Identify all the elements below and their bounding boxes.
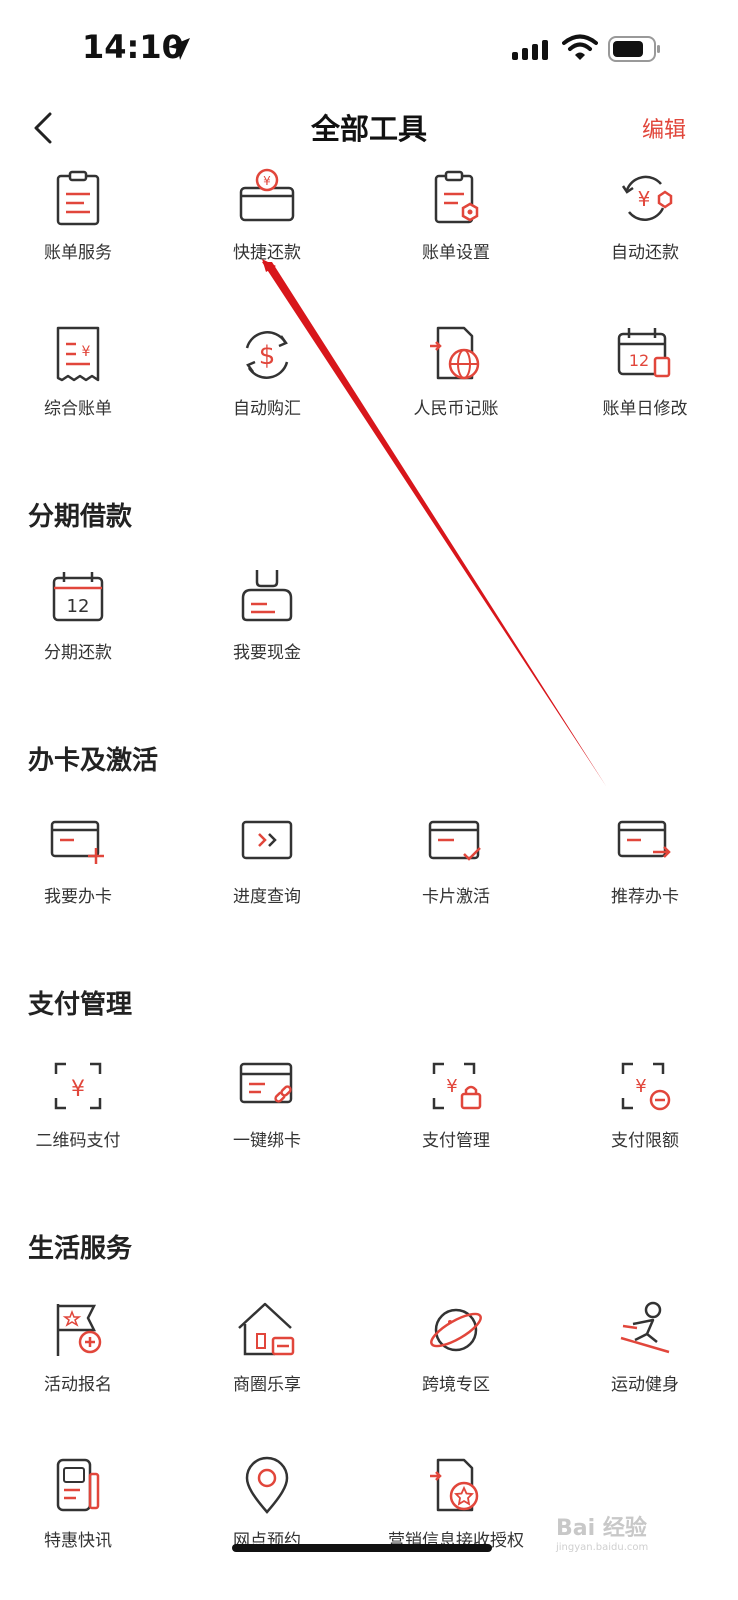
section-title-installment: 分期借款 xyxy=(28,502,133,532)
tool-bill-settings[interactable]: 账单设置 xyxy=(371,166,541,296)
watermark-brand: Bai 经验 xyxy=(556,1516,647,1541)
tool-label: 卡片激活 xyxy=(422,887,490,907)
receipt-yuan-icon: ¥ xyxy=(56,326,100,382)
qr-pay-icon: ¥ xyxy=(54,1062,102,1110)
tool-cross-border[interactable]: 跨境专区 xyxy=(371,1298,541,1428)
tool-pay-limit[interactable]: ¥ 支付限额 xyxy=(560,1054,730,1184)
card-activate-icon xyxy=(428,820,481,861)
tool-label: 账单日修改 xyxy=(602,399,688,419)
page-title: 全部工具 xyxy=(310,112,427,146)
tool-card-activate[interactable]: 卡片激活 xyxy=(371,810,541,940)
tool-sports[interactable]: 运动健身 xyxy=(560,1298,730,1428)
svg-text:¥: ¥ xyxy=(635,1076,646,1097)
tool-label: 我要办卡 xyxy=(44,887,112,907)
tool-label: 跨境专区 xyxy=(422,1375,490,1395)
svg-text:¥: ¥ xyxy=(263,174,271,188)
event-flag-icon xyxy=(56,1304,102,1356)
installment-calendar-icon: 12 xyxy=(52,572,104,622)
tool-recommend-card[interactable]: 推荐办卡 xyxy=(560,810,730,940)
cross-border-planet-icon xyxy=(430,1308,482,1352)
tool-label: 推荐办卡 xyxy=(611,887,679,907)
shop-house-icon xyxy=(238,1302,295,1356)
tool-pay-manage[interactable]: ¥ 支付管理 xyxy=(371,1054,541,1184)
cellular-signal-icon xyxy=(512,40,548,60)
svg-text:$: $ xyxy=(259,341,276,371)
baidu-watermark: Bai 经验 jingyan.baidu.com xyxy=(556,1510,648,1553)
tool-label: 综合账单 xyxy=(44,399,112,419)
home-indicator[interactable] xyxy=(232,1544,492,1552)
watermark-url: jingyan.baidu.com xyxy=(556,1542,649,1553)
card-add-icon xyxy=(50,820,104,864)
svg-text:12: 12 xyxy=(629,351,649,370)
section-title-life: 生活服务 xyxy=(28,1234,133,1264)
tool-bind-card[interactable]: 一键绑卡 xyxy=(182,1054,352,1184)
tool-marketing-auth[interactable]: 营销信息接收授权 xyxy=(371,1454,541,1584)
edit-button[interactable]: 编辑 xyxy=(642,112,686,144)
tool-cash[interactable]: 我要现金 xyxy=(182,566,352,696)
tool-bill-date-change[interactable]: 12 账单日修改 xyxy=(560,322,730,452)
tool-installment-repay[interactable]: 12 分期还款 xyxy=(0,566,163,696)
tool-bill-service[interactable]: 账单服务 xyxy=(0,166,163,296)
auto-exchange-dollar-icon: $ xyxy=(245,331,289,379)
sports-skiing-icon xyxy=(620,1301,670,1354)
tool-label: 人民币记账 xyxy=(413,399,499,419)
progress-card-icon xyxy=(241,820,293,860)
tool-label: 我要现金 xyxy=(233,643,301,663)
news-card-icon xyxy=(56,1458,100,1512)
section-title-card: 办卡及激活 xyxy=(28,746,159,776)
marketing-auth-icon xyxy=(430,1458,479,1512)
tool-label: 进度查询 xyxy=(233,887,301,907)
card-bind-link-icon xyxy=(239,1062,293,1104)
location-arrow-icon xyxy=(168,38,190,60)
tool-auto-repay[interactable]: ¥ 自动还款 xyxy=(560,166,730,296)
svg-text:12: 12 xyxy=(67,596,90,617)
section-title-payment: 支付管理 xyxy=(28,990,133,1020)
tool-label: 支付管理 xyxy=(422,1131,490,1151)
tool-label: 账单设置 xyxy=(422,243,490,263)
tool-label: 自动购汇 xyxy=(233,399,301,419)
wifi-icon xyxy=(562,34,598,60)
tool-label: 自动还款 xyxy=(611,243,679,263)
tool-quick-repay[interactable]: ¥ 快捷还款 xyxy=(182,166,352,296)
tool-label: 活动报名 xyxy=(44,1375,112,1395)
bill-clipboard-icon xyxy=(56,170,100,226)
tool-comprehensive-bill[interactable]: ¥ 综合账单 xyxy=(0,322,163,452)
svg-text:¥: ¥ xyxy=(446,1076,457,1097)
bill-settings-icon xyxy=(434,170,479,224)
tool-qr-pay[interactable]: ¥ 二维码支付 xyxy=(0,1054,163,1184)
tool-label: 账单服务 xyxy=(44,243,112,263)
cash-bag-icon xyxy=(241,570,293,622)
bill-date-calendar-icon: 12 xyxy=(617,328,671,378)
auto-repay-icon: ¥ xyxy=(621,175,673,221)
tool-label: 特惠快讯 xyxy=(44,1531,112,1551)
tool-label: 一键绑卡 xyxy=(233,1131,301,1151)
tool-shop-circle[interactable]: 商圈乐享 xyxy=(182,1298,352,1428)
location-pin-icon xyxy=(245,1456,289,1514)
pay-limit-icon: ¥ xyxy=(621,1062,671,1111)
tool-label: 运动健身 xyxy=(611,1375,679,1395)
tool-label: 分期还款 xyxy=(44,643,112,663)
rmb-accounting-globe-icon xyxy=(430,326,480,380)
tool-progress-query[interactable]: 进度查询 xyxy=(182,810,352,940)
tool-label: 支付限额 xyxy=(611,1131,679,1151)
card-recommend-icon xyxy=(617,820,671,858)
quick-repay-wallet-icon: ¥ xyxy=(239,168,295,222)
tool-auto-exchange[interactable]: $ 自动购汇 xyxy=(182,322,352,452)
tool-label: 快捷还款 xyxy=(233,243,301,263)
tool-rmb-accounting[interactable]: 人民币记账 xyxy=(371,322,541,452)
tool-label: 商圈乐享 xyxy=(233,1375,301,1395)
battery-icon xyxy=(608,36,660,62)
tool-event-signup[interactable]: 活动报名 xyxy=(0,1298,163,1428)
svg-text:¥: ¥ xyxy=(82,344,91,360)
tool-apply-card[interactable]: 我要办卡 xyxy=(0,810,163,940)
pay-manage-lock-icon: ¥ xyxy=(432,1062,482,1110)
tool-label: 二维码支付 xyxy=(35,1131,121,1151)
svg-text:¥: ¥ xyxy=(71,1077,85,1102)
nav-bar: 全部工具 编辑 xyxy=(0,100,738,160)
tool-special-news[interactable]: 特惠快讯 xyxy=(0,1454,163,1584)
status-bar: 14:10 xyxy=(0,0,738,100)
svg-text:¥: ¥ xyxy=(638,187,651,211)
tool-branch-booking[interactable]: 网点预约 xyxy=(182,1454,352,1584)
